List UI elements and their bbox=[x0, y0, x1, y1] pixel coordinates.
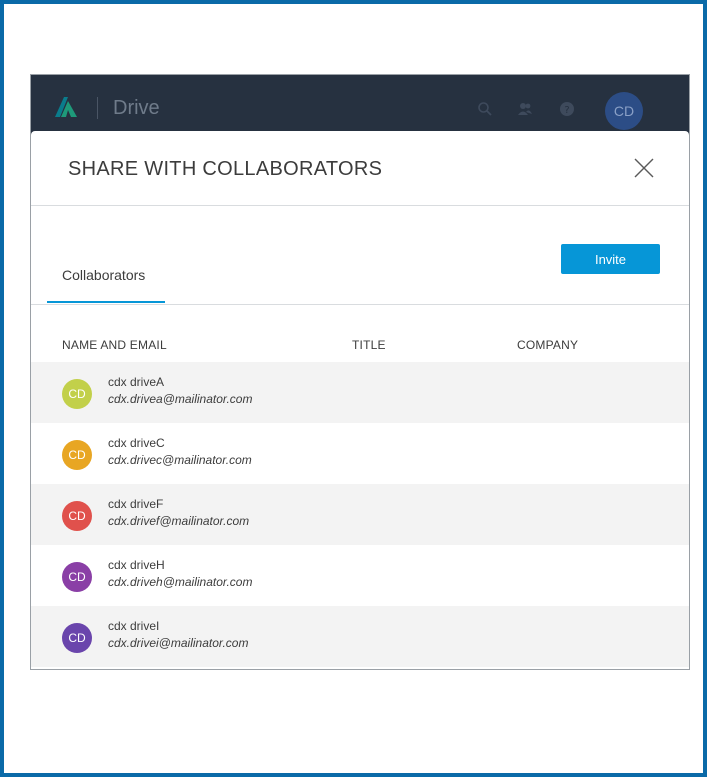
modal-title: SHARE WITH COLLABORATORS bbox=[68, 158, 383, 180]
logo-divider bbox=[97, 97, 98, 119]
table-row[interactable]: CD cdx driveA cdx.drivea@mailinator.com bbox=[31, 362, 689, 423]
table-row[interactable]: CD cdx driveI cdx.drivei@mailinator.com bbox=[31, 606, 689, 667]
collaborator-name: cdx driveF bbox=[108, 497, 164, 511]
collaborator-email: cdx.drivef@mailinator.com bbox=[108, 514, 250, 528]
tabs-divider bbox=[31, 304, 689, 305]
svg-text:?: ? bbox=[564, 105, 569, 116]
column-header-company[interactable]: COMPANY bbox=[517, 338, 578, 352]
collaborator-list: CD cdx driveA cdx.drivea@mailinator.com … bbox=[31, 362, 689, 667]
collaborator-name: cdx driveC bbox=[108, 436, 165, 450]
collaborator-email: cdx.driveh@mailinator.com bbox=[108, 575, 253, 589]
users-icon[interactable] bbox=[517, 101, 533, 117]
collaborator-name: cdx driveI bbox=[108, 619, 160, 633]
collaborator-email: cdx.drivea@mailinator.com bbox=[108, 392, 253, 406]
column-header-name-email[interactable]: NAME AND EMAIL bbox=[62, 338, 167, 352]
column-header-title[interactable]: TITLE bbox=[352, 338, 386, 352]
avatar: CD bbox=[62, 501, 92, 531]
user-avatar[interactable]: CD bbox=[605, 92, 643, 130]
tab-label: Collaborators bbox=[62, 267, 146, 283]
avatar: CD bbox=[62, 562, 92, 592]
header-divider bbox=[31, 205, 689, 206]
close-icon[interactable] bbox=[633, 157, 655, 179]
autodesk-logo-icon[interactable] bbox=[55, 97, 77, 117]
collaborator-email: cdx.drivei@mailinator.com bbox=[108, 636, 249, 650]
product-name: Drive bbox=[113, 97, 160, 119]
invite-button[interactable]: Invite bbox=[561, 244, 660, 274]
table-row[interactable]: CD cdx driveH cdx.driveh@mailinator.com bbox=[31, 545, 689, 606]
table-row[interactable]: CD cdx driveF cdx.drivef@mailinator.com bbox=[31, 484, 689, 545]
screenshot-frame: Drive ? CD SHARE WITH COLLABORATORS Invi… bbox=[0, 0, 707, 777]
top-bar: Drive ? CD bbox=[31, 75, 689, 139]
search-icon[interactable] bbox=[477, 101, 493, 117]
collaborator-name: cdx driveA bbox=[108, 375, 165, 389]
collaborator-email: cdx.drivec@mailinator.com bbox=[108, 453, 252, 467]
tab-active-indicator bbox=[47, 301, 165, 303]
share-modal: SHARE WITH COLLABORATORS Invite Collabor… bbox=[31, 131, 689, 669]
help-icon[interactable]: ? bbox=[559, 101, 575, 117]
app-window: Drive ? CD SHARE WITH COLLABORATORS Invi… bbox=[30, 74, 690, 670]
avatar: CD bbox=[62, 379, 92, 409]
collaborator-name: cdx driveH bbox=[108, 558, 165, 572]
avatar: CD bbox=[62, 623, 92, 653]
table-row[interactable]: CD cdx driveC cdx.drivec@mailinator.com bbox=[31, 423, 689, 484]
tab-collaborators[interactable]: Collaborators bbox=[47, 259, 165, 303]
avatar: CD bbox=[62, 440, 92, 470]
